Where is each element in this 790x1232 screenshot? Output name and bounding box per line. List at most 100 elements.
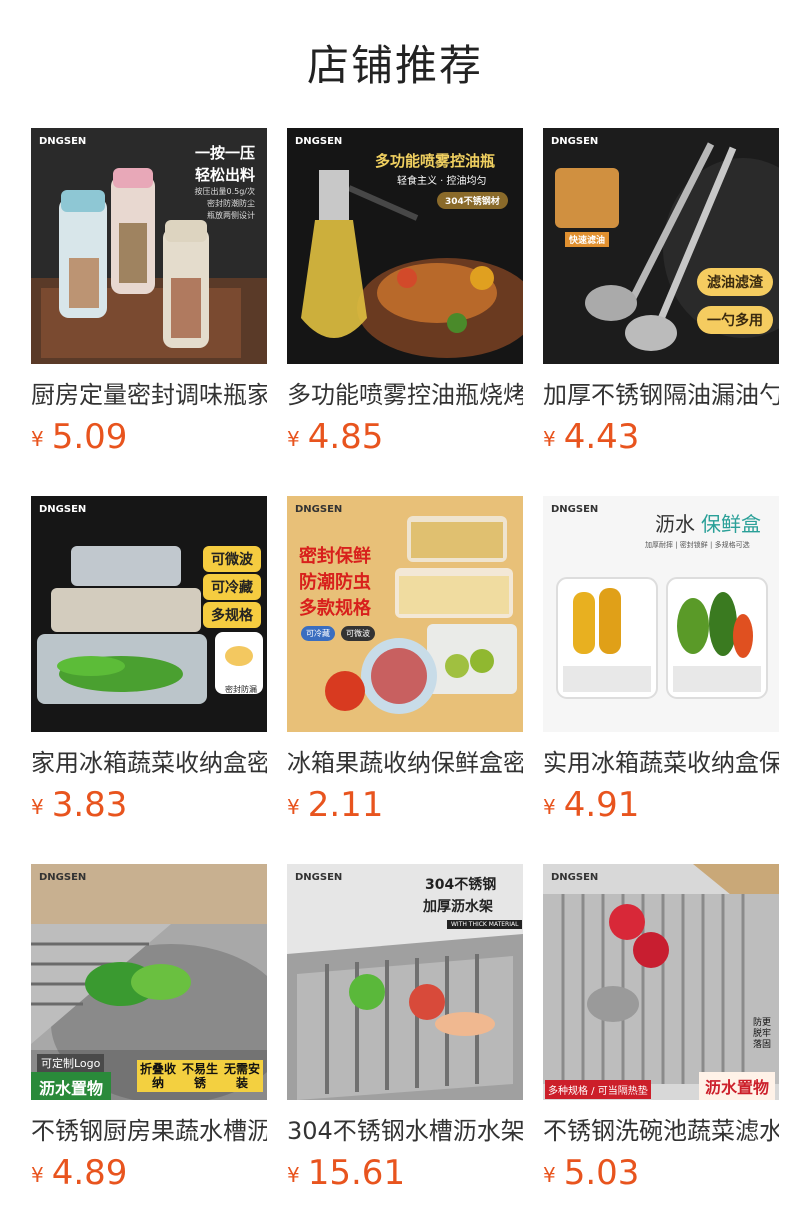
promo-headline: 304不锈钢 — [425, 877, 497, 893]
product-image[interactable]: DNGSEN 一按一压 轻松出料 按压出量0.5g/次 密封防潮防尘 瓶放两侧设… — [31, 128, 267, 364]
page-title: 店铺推荐 — [306, 41, 483, 90]
promo-headline: 一按一压 — [194, 144, 255, 162]
caption-label: 密封防漏 — [225, 685, 257, 694]
side-note: 防更脱牢落固 — [753, 1018, 772, 1050]
feature-pill: 滤油滤渣 — [697, 268, 773, 296]
roll-up-dish-rack-image — [543, 864, 779, 1100]
promo-tag: 快速滤油 — [565, 232, 610, 247]
brand-logo: DNGSEN — [39, 136, 87, 147]
promo-subtitle: 加厚耐摔 | 密封锁鲜 | 多规格可选 — [645, 541, 750, 549]
currency-symbol: ¥ — [31, 427, 44, 451]
promo-headline-2: 加厚沥水架 — [423, 899, 493, 915]
product-price: 5.03 — [563, 1153, 640, 1193]
product-image[interactable]: DNGSEN 沥水 保鲜盒 加厚耐摔 | 密封锁鲜 | 多规格可选 — [543, 496, 779, 732]
product-name[interactable]: 家用冰箱蔬菜收纳盒密封 — [31, 746, 267, 780]
product-name[interactable]: 不锈钢厨房果蔬水槽沥水 — [31, 1114, 267, 1148]
product-card[interactable]: DNGSEN 密封保鲜 防潮防虫 多款规格 可冷藏 可微波 冰箱果蔬收纳保鲜盒密… — [287, 496, 523, 864]
feature-pill: 可微波 — [203, 546, 261, 572]
currency-symbol: ¥ — [31, 1163, 44, 1187]
promo-headline-2: 轻松出料 — [194, 166, 255, 184]
material-badge: 304不锈钢材 — [437, 192, 508, 209]
product-grid: DNGSEN 一按一压 轻松出料 按压出量0.5g/次 密封防潮防尘 瓶放两侧设… — [31, 128, 779, 1232]
promo-subtitle: WITH THICK MATERIAL — [447, 920, 523, 929]
product-card[interactable]: DNGSEN 304不锈钢 加厚沥水架 WITH THICK MATERIAL … — [287, 864, 523, 1232]
product-price: 3.83 — [51, 785, 128, 825]
currency-symbol: ¥ — [287, 1163, 300, 1187]
product-image[interactable]: DNGSEN 防更脱牢落固 多种规格 / 可当隔热垫 沥水置物 — [543, 864, 779, 1100]
promo-tag: 瓶放两侧设计 — [207, 211, 255, 220]
promo-banner: 沥水置物 — [31, 1072, 112, 1100]
feature-tag: 无需安装 — [221, 1060, 263, 1092]
product-price: 4.91 — [563, 785, 640, 825]
product-card[interactable]: DNGSEN 可微波 可冷藏 多规格 密封防漏 家用冰箱蔬菜收纳盒密封 ¥3.8… — [31, 496, 267, 864]
price-row: ¥4.89 — [31, 1152, 267, 1194]
currency-symbol: ¥ — [287, 795, 300, 819]
brand-logo: DNGSEN — [295, 136, 343, 147]
promo-tag: 密封防潮防尘 — [207, 199, 255, 208]
price-row: ¥2.11 — [287, 784, 523, 826]
feature-tag: 可微波 — [341, 626, 375, 641]
product-image[interactable]: DNGSEN 可微波 可冷藏 多规格 密封防漏 — [31, 496, 267, 732]
product-name[interactable]: 304不锈钢水槽沥水架 — [287, 1114, 523, 1148]
promo-tag: 按压出量0.5g/次 — [194, 187, 256, 196]
product-name[interactable]: 实用冰箱蔬菜收纳盒保鲜 — [543, 746, 779, 780]
promo-headline: 沥水 — [655, 512, 695, 536]
product-name[interactable]: 冰箱果蔬收纳保鲜盒密封 — [287, 746, 523, 780]
product-card[interactable]: DNGSEN 防更脱牢落固 多种规格 / 可当隔热垫 沥水置物 不锈钢洗碗池蔬菜… — [543, 864, 779, 1232]
promo-line: 多款规格 — [299, 598, 371, 619]
product-name[interactable]: 厨房定量密封调味瓶家用 — [31, 378, 267, 412]
product-price: 4.85 — [307, 417, 384, 457]
promo-headline: 多功能喷雾控油瓶 — [375, 152, 496, 170]
price-row: ¥4.85 — [287, 416, 523, 458]
product-image[interactable]: DNGSEN 快速滤油 滤油滤渣 一勺多用 — [543, 128, 779, 364]
price-row: ¥3.83 — [31, 784, 267, 826]
feature-pill: 可冷藏 — [203, 574, 261, 600]
price-row: ¥5.09 — [31, 416, 267, 458]
product-image[interactable]: DNGSEN 多功能喷雾控油瓶 轻食主义 · 控油均匀 304不锈钢材 — [287, 128, 523, 364]
product-price: 4.89 — [51, 1153, 128, 1193]
feature-tag: 折叠收纳 — [137, 1060, 179, 1092]
price-row: ¥5.03 — [543, 1152, 779, 1194]
product-image[interactable]: DNGSEN 可定制Logo 沥水置物 折叠收纳 不易生锈 无需安装 — [31, 864, 267, 1100]
price-row: ¥4.91 — [543, 784, 779, 826]
currency-symbol: ¥ — [543, 795, 556, 819]
product-card[interactable]: DNGSEN 沥水 保鲜盒 加厚耐摔 | 密封锁鲜 | 多规格可选 实用冰箱蔬菜… — [543, 496, 779, 864]
promo-line: 密封保鲜 — [299, 546, 371, 567]
product-price: 15.61 — [307, 1153, 406, 1193]
product-card[interactable]: DNGSEN 可定制Logo 沥水置物 折叠收纳 不易生锈 无需安装 不锈钢厨房… — [31, 864, 267, 1232]
brand-logo: DNGSEN — [39, 872, 87, 883]
brand-logo: DNGSEN — [295, 872, 343, 883]
product-card[interactable]: DNGSEN 一按一压 轻松出料 按压出量0.5g/次 密封防潮防尘 瓶放两侧设… — [31, 128, 267, 496]
product-price: 4.43 — [563, 417, 640, 457]
product-name[interactable]: 不锈钢洗碗池蔬菜滤水架 — [543, 1114, 779, 1148]
promo-line: 防潮防虫 — [299, 572, 371, 593]
feature-pill: 多规格 — [203, 602, 261, 628]
currency-symbol: ¥ — [287, 427, 300, 451]
brand-logo: DNGSEN — [39, 504, 87, 515]
feature-tag: 不易生锈 — [179, 1060, 221, 1092]
currency-symbol: ¥ — [543, 1163, 556, 1187]
brand-logo: DNGSEN — [551, 136, 599, 147]
product-price: 5.09 — [51, 417, 128, 457]
promo-banner: 沥水置物 — [698, 1072, 775, 1100]
feature-pill: 一勺多用 — [697, 306, 773, 334]
product-price: 2.11 — [307, 785, 384, 825]
product-card[interactable]: DNGSEN 快速滤油 滤油滤渣 一勺多用 加厚不锈钢隔油漏油勺 ¥4.43 — [543, 128, 779, 496]
currency-symbol: ¥ — [543, 427, 556, 451]
promo-tagline: 多种规格 / 可当隔热垫 — [545, 1080, 651, 1099]
product-card[interactable]: DNGSEN 多功能喷雾控油瓶 轻食主义 · 控油均匀 304不锈钢材 多功能喷… — [287, 128, 523, 496]
product-name[interactable]: 多功能喷雾控油瓶烧烤 — [287, 378, 523, 412]
price-row: ¥4.43 — [543, 416, 779, 458]
price-row: ¥15.61 — [287, 1152, 523, 1194]
brand-logo: DNGSEN — [295, 504, 343, 515]
product-name[interactable]: 加厚不锈钢隔油漏油勺 — [543, 378, 779, 412]
promo-subtitle: 轻食主义 · 控油均匀 — [397, 176, 487, 187]
product-image[interactable]: DNGSEN 304不锈钢 加厚沥水架 WITH THICK MATERIAL — [287, 864, 523, 1100]
feature-tag: 可冷藏 — [301, 626, 335, 641]
brand-logo: DNGSEN — [551, 872, 599, 883]
custom-logo-tag: 可定制Logo — [37, 1054, 105, 1072]
brand-logo: DNGSEN — [551, 504, 599, 515]
product-image[interactable]: DNGSEN 密封保鲜 防潮防虫 多款规格 可冷藏 可微波 — [287, 496, 523, 732]
currency-symbol: ¥ — [31, 795, 44, 819]
promo-headline-accent: 保鲜盒 — [701, 512, 761, 536]
